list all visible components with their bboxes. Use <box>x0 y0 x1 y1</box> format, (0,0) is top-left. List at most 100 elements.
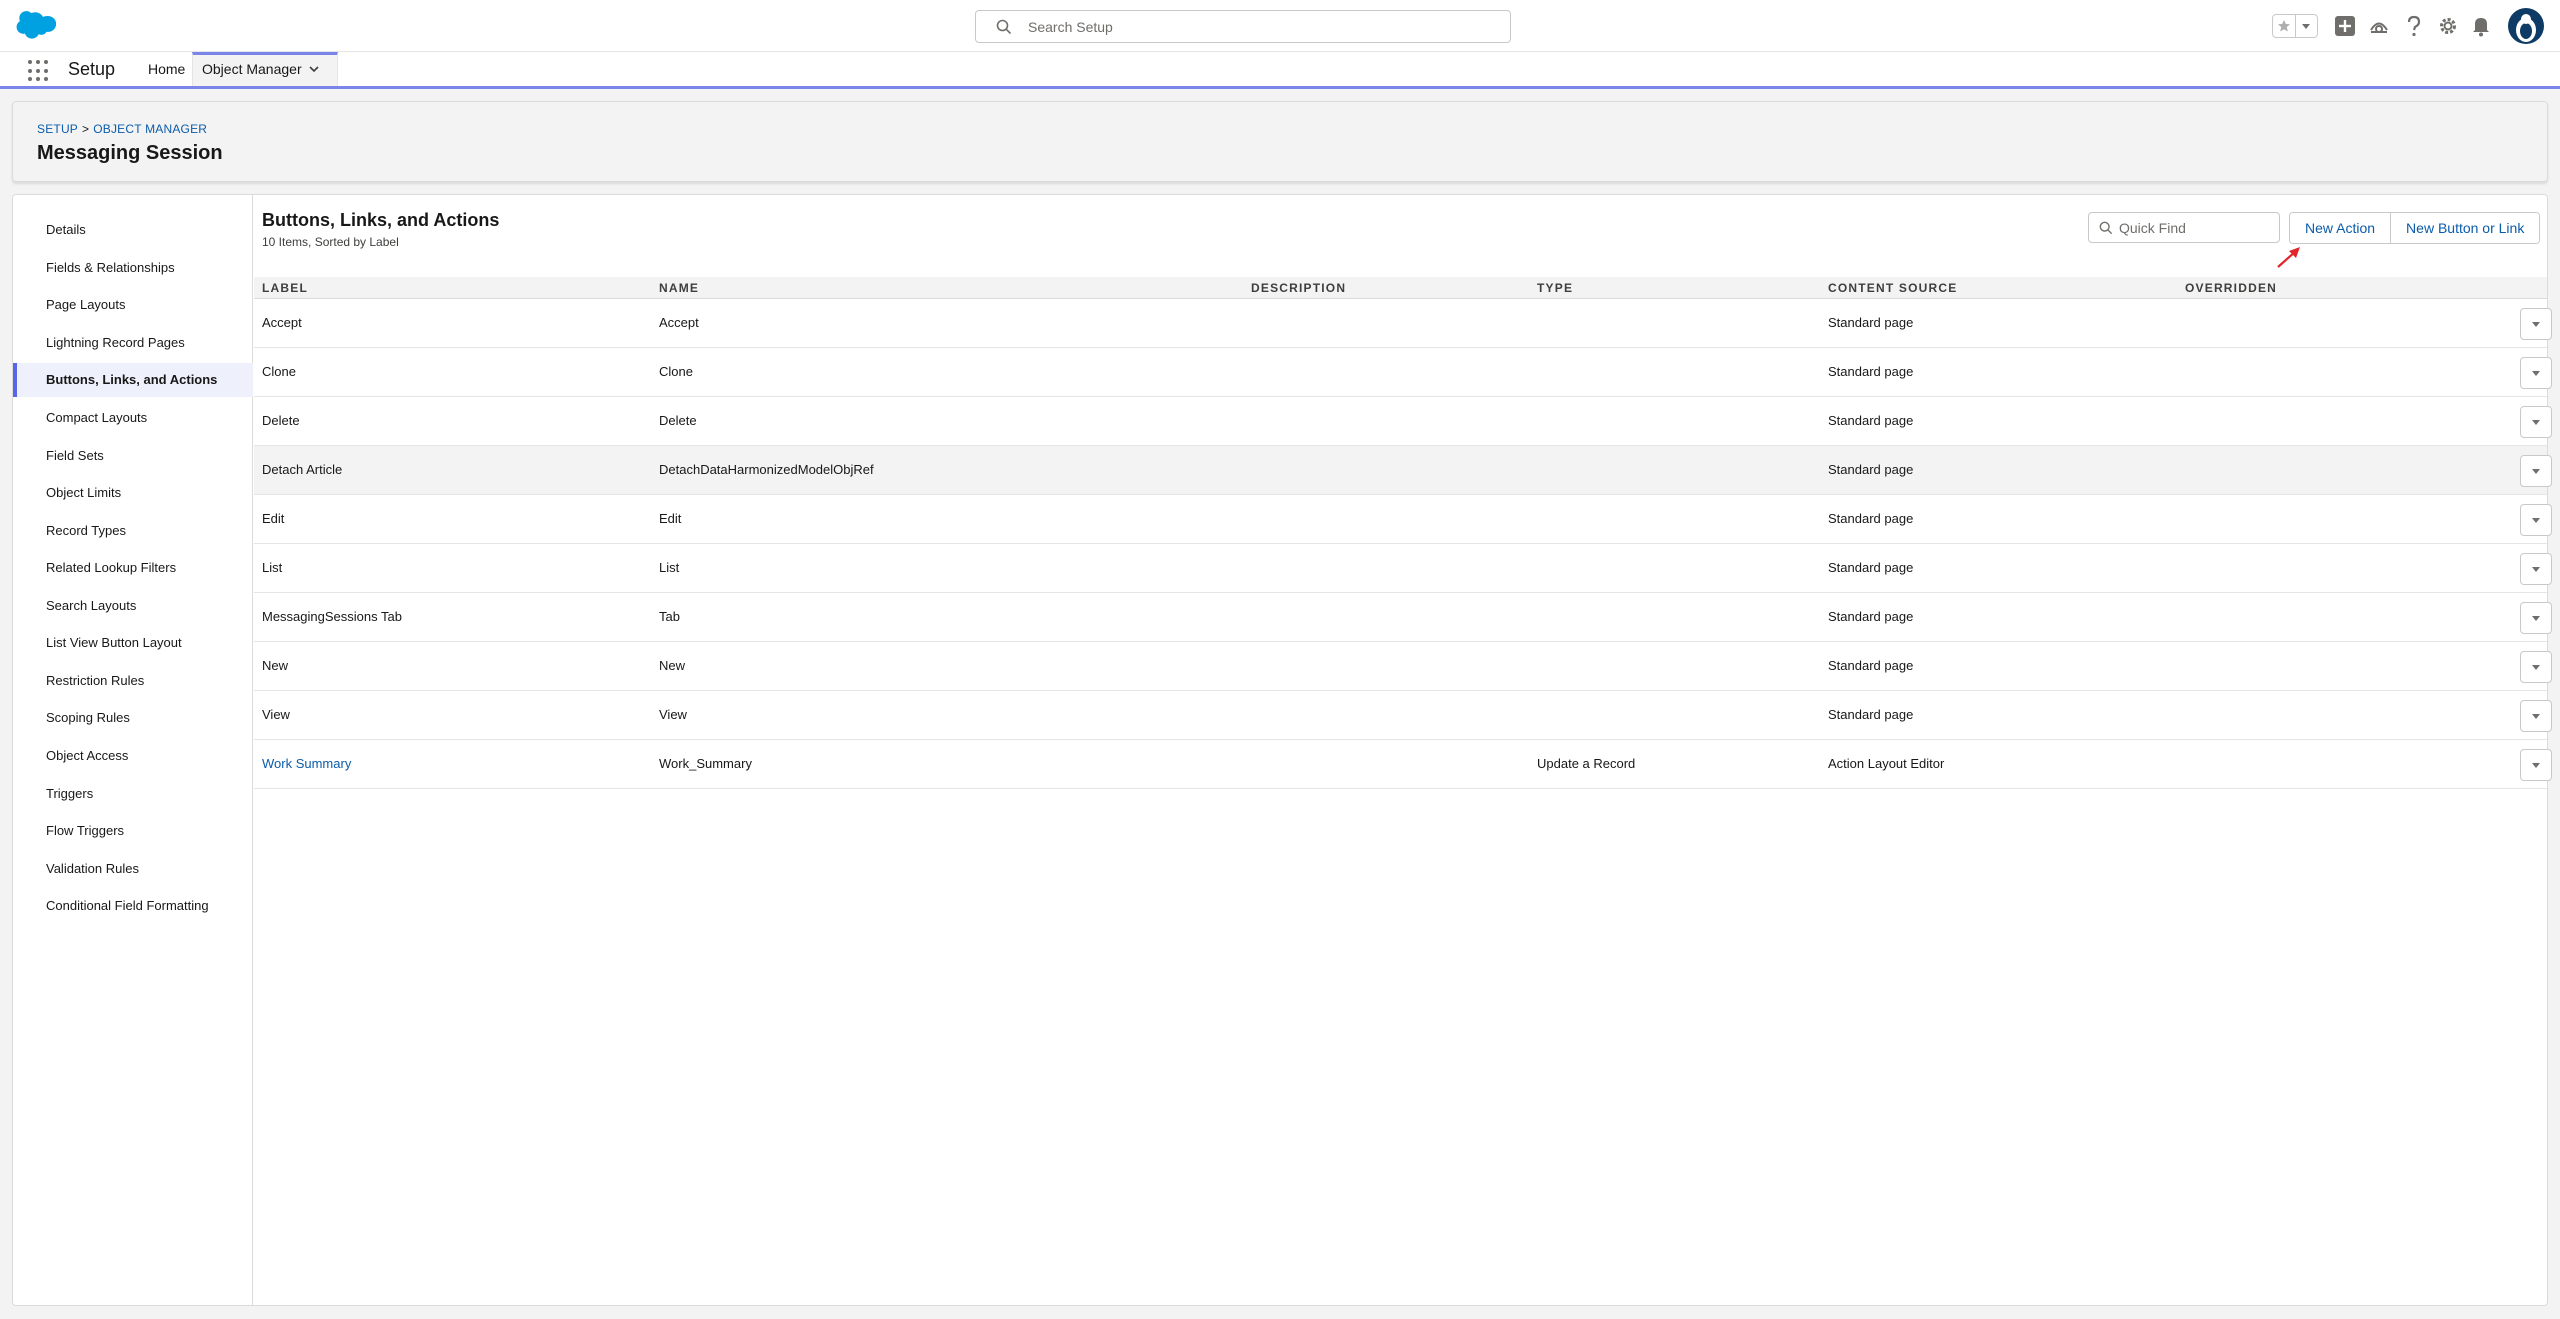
cell-label: Detach Article <box>262 462 343 477</box>
star-icon[interactable] <box>2273 15 2295 37</box>
cell-name: New <box>659 658 686 673</box>
search-icon <box>996 19 1012 35</box>
breadcrumb-object-manager[interactable]: OBJECT MANAGER <box>93 122 207 136</box>
cell-content-source: Standard page <box>1828 364 1914 379</box>
table-row: List List Standard page <box>254 544 2552 593</box>
sidebar-item-compact-layouts[interactable]: Compact Layouts <box>13 401 253 435</box>
cell-label-link[interactable]: Work Summary <box>262 740 351 788</box>
sidebar-item-validation-rules[interactable]: Validation Rules <box>13 852 253 886</box>
breadcrumb: SETUP > OBJECT MANAGER <box>37 122 207 136</box>
cell-label: List <box>262 560 283 575</box>
cell-name: List <box>659 560 680 575</box>
setup-search-input[interactable] <box>1028 16 1498 38</box>
chevron-down-icon <box>2532 616 2540 621</box>
cell-name: DetachDataHarmonizedModelObjRef <box>659 462 874 477</box>
row-actions-menu[interactable] <box>2520 406 2552 438</box>
column-header-type[interactable]: TYPE <box>1537 277 1573 299</box>
row-actions-menu[interactable] <box>2520 651 2552 683</box>
row-actions-menu[interactable] <box>2520 749 2552 781</box>
global-header <box>0 0 2560 52</box>
object-sidebar: Details Fields & Relationships Page Layo… <box>13 195 253 1305</box>
setup-search[interactable] <box>975 10 1511 43</box>
sidebar-item-flow-triggers[interactable]: Flow Triggers <box>13 814 253 848</box>
content-area: Buttons, Links, and Actions 10 Items, So… <box>254 195 2552 1305</box>
chevron-down-icon <box>2532 763 2540 768</box>
annotation-arrow-icon <box>2277 247 2300 268</box>
column-header-description[interactable]: DESCRIPTION <box>1251 277 1346 299</box>
sidebar-item-scoping-rules[interactable]: Scoping Rules <box>13 701 253 735</box>
sidebar-item-fields-relationships[interactable]: Fields & Relationships <box>13 251 253 285</box>
sidebar-item-related-lookup-filters[interactable]: Related Lookup Filters <box>13 551 253 585</box>
row-actions-menu[interactable] <box>2520 553 2552 585</box>
sidebar-item-search-layouts[interactable]: Search Layouts <box>13 589 253 623</box>
chevron-down-icon <box>2532 322 2540 327</box>
sidebar-item-page-layouts[interactable]: Page Layouts <box>13 288 253 322</box>
cell-content-source: Standard page <box>1828 413 1914 428</box>
trailhead-icon[interactable] <box>2365 12 2393 40</box>
cell-label: New <box>262 658 289 673</box>
table-row: Work Summary Work_Summary Update a Recor… <box>254 740 2552 789</box>
sidebar-item-triggers[interactable]: Triggers <box>13 777 253 811</box>
gear-icon[interactable] <box>2434 12 2462 40</box>
bell-icon[interactable] <box>2467 12 2495 40</box>
sidebar-item-buttons-links-actions[interactable]: Buttons, Links, and Actions <box>13 363 253 397</box>
sidebar-item-conditional-field-formatting[interactable]: Conditional Field Formatting <box>13 889 253 923</box>
quick-find-input[interactable] <box>2119 218 2269 238</box>
cell-name: Tab <box>659 609 680 624</box>
sidebar-item-list-view-button-layout[interactable]: List View Button Layout <box>13 626 253 660</box>
page-header: SETUP > OBJECT MANAGER Messaging Session <box>12 101 2548 182</box>
breadcrumb-separator: > <box>82 122 90 136</box>
row-actions-menu[interactable] <box>2520 308 2552 340</box>
column-header-name[interactable]: NAME <box>659 277 699 299</box>
add-icon[interactable] <box>2331 12 2359 40</box>
cell-name: Edit <box>659 511 682 526</box>
chevron-down-icon <box>2532 371 2540 376</box>
quick-find[interactable] <box>2088 212 2280 243</box>
favorites-group <box>2272 14 2318 38</box>
new-action-button[interactable]: New Action <box>2290 213 2391 243</box>
sidebar-item-object-limits[interactable]: Object Limits <box>13 476 253 510</box>
row-actions-menu[interactable] <box>2520 602 2552 634</box>
table-row: View View Standard page <box>254 691 2552 740</box>
help-icon[interactable] <box>2400 12 2428 40</box>
app-name: Setup <box>68 59 116 79</box>
column-header-content-source[interactable]: CONTENT SOURCE <box>1828 277 1957 299</box>
row-actions-menu[interactable] <box>2520 455 2552 487</box>
cell-label: View <box>262 707 290 722</box>
cell-label: Delete <box>262 413 300 428</box>
row-actions-menu[interactable] <box>2520 700 2552 732</box>
cell-name: View <box>659 707 687 722</box>
new-button-or-link-button[interactable]: New Button or Link <box>2390 213 2540 243</box>
sidebar-item-restriction-rules[interactable]: Restriction Rules <box>13 664 253 698</box>
chevron-down-icon[interactable] <box>308 63 320 75</box>
sidebar-item-object-access[interactable]: Object Access <box>13 739 253 773</box>
table-row: Clone Clone Standard page <box>254 348 2552 397</box>
table-row: Accept Accept Standard page <box>254 299 2552 348</box>
table-header: LABEL NAME DESCRIPTION TYPE CONTENT SOUR… <box>254 277 2547 299</box>
chevron-down-icon <box>2532 714 2540 719</box>
cell-name: Clone <box>659 364 693 379</box>
chevron-down-icon[interactable] <box>2294 15 2318 37</box>
row-actions-menu[interactable] <box>2520 357 2552 389</box>
search-icon <box>2099 221 2113 235</box>
column-header-overridden[interactable]: OVERRIDDEN <box>2185 277 2277 299</box>
sidebar-item-field-sets[interactable]: Field Sets <box>13 439 253 473</box>
sidebar-item-record-types[interactable]: Record Types <box>13 514 253 548</box>
cell-content-source: Standard page <box>1828 560 1914 575</box>
cell-content-source: Standard page <box>1828 315 1914 330</box>
tab-object-manager[interactable]: Object Manager <box>192 52 338 86</box>
sidebar-item-details[interactable]: Details <box>13 213 253 247</box>
chevron-down-icon <box>2532 469 2540 474</box>
cell-name: Delete <box>659 413 697 428</box>
row-actions-menu[interactable] <box>2520 504 2552 536</box>
breadcrumb-setup[interactable]: SETUP <box>37 122 78 136</box>
app-launcher-icon[interactable] <box>28 60 50 82</box>
avatar[interactable] <box>2508 8 2544 44</box>
action-button-group: New Action New Button or Link <box>2289 212 2541 244</box>
cell-content-source: Standard page <box>1828 462 1914 477</box>
salesforce-logo[interactable] <box>14 10 60 42</box>
table-row: New New Standard page <box>254 642 2552 691</box>
column-header-label[interactable]: LABEL <box>262 277 308 299</box>
sidebar-item-lightning-record-pages[interactable]: Lightning Record Pages <box>13 326 253 360</box>
tab-home[interactable]: Home <box>148 52 185 86</box>
